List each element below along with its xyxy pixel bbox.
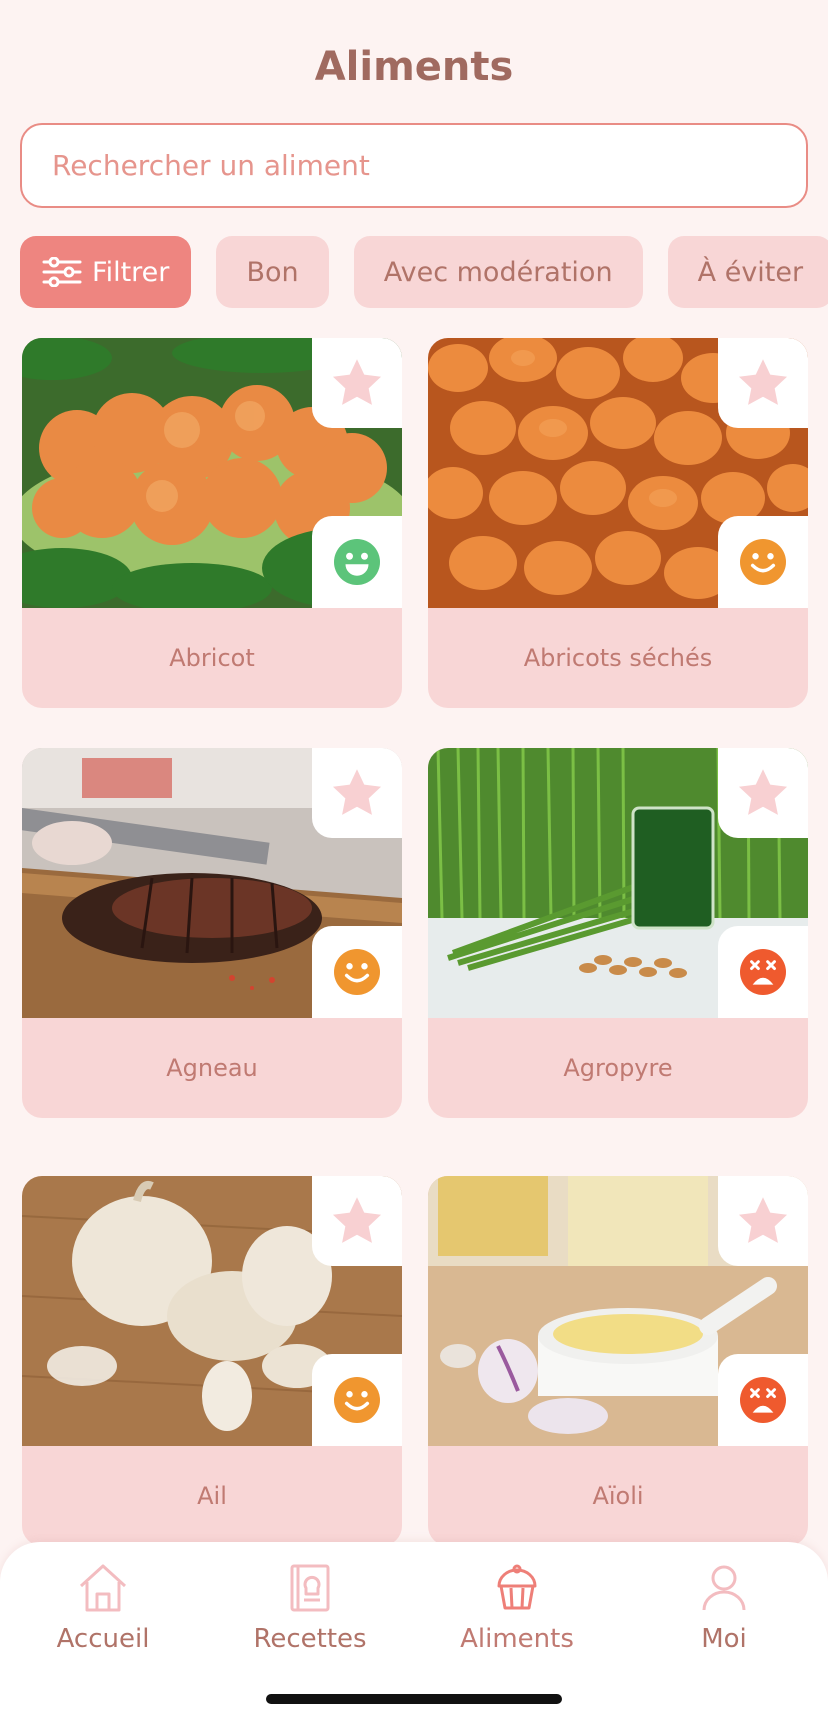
chip-good[interactable]: Bon	[216, 236, 329, 308]
favorite-button[interactable]	[718, 338, 808, 428]
nav-me[interactable]: Moi	[644, 1562, 804, 1654]
sliders-icon	[42, 257, 82, 287]
star-icon	[735, 1193, 791, 1249]
nav-home-label: Accueil	[56, 1624, 150, 1654]
cupcake-icon	[497, 1564, 537, 1610]
food-name: Agropyre	[563, 1054, 673, 1082]
food-name: Aïoli	[592, 1482, 644, 1510]
food-card-abricot[interactable]: Abricot	[22, 338, 402, 708]
food-name: Abricot	[169, 644, 255, 672]
favorite-button[interactable]	[718, 748, 808, 838]
star-icon	[735, 355, 791, 411]
smile-icon	[334, 949, 380, 995]
mood-badge	[718, 926, 808, 1018]
nav-me-label: Moi	[701, 1624, 747, 1654]
star-icon	[329, 1193, 385, 1249]
favorite-button[interactable]	[312, 338, 402, 428]
star-icon	[329, 765, 385, 821]
star-icon	[329, 355, 385, 411]
home-icon	[79, 1564, 127, 1612]
home-indicator	[266, 1694, 562, 1704]
dizzy-face-icon	[740, 1377, 786, 1423]
filter-button[interactable]: Filtrer	[20, 236, 192, 308]
nav-foods[interactable]: Aliments	[437, 1562, 597, 1654]
food-card-abricots-seches[interactable]: Abricots séchés	[428, 338, 808, 708]
nav-foods-label: Aliments	[460, 1624, 574, 1654]
smile-icon	[740, 539, 786, 585]
favorite-button[interactable]	[312, 1176, 402, 1266]
favorite-button[interactable]	[312, 748, 402, 838]
star-icon	[735, 765, 791, 821]
nav-home[interactable]: Accueil	[23, 1562, 183, 1654]
food-name: Ail	[197, 1482, 227, 1510]
recipe-book-icon	[290, 1564, 330, 1612]
mood-badge	[718, 516, 808, 608]
nav-recipes[interactable]: Recettes	[230, 1562, 390, 1654]
food-card-aioli[interactable]: Aïoli	[428, 1176, 808, 1546]
page-title: Aliments	[314, 44, 514, 90]
user-icon	[702, 1565, 746, 1611]
filter-label: Filtrer	[92, 256, 170, 288]
food-card-agneau[interactable]: Agneau	[22, 748, 402, 1118]
dizzy-face-icon	[740, 949, 786, 995]
chip-avoid[interactable]: À éviter	[667, 236, 828, 308]
search-input[interactable]	[20, 123, 808, 208]
smile-happy-icon	[334, 539, 380, 585]
mood-badge	[312, 516, 402, 608]
chip-moderation[interactable]: Avec modération	[353, 236, 643, 308]
smile-icon	[334, 1377, 380, 1423]
food-card-ail[interactable]: Ail	[22, 1176, 402, 1546]
bottom-nav: Accueil Recettes Aliments Moi	[0, 1542, 828, 1719]
mood-badge	[718, 1354, 808, 1446]
filter-chips: Filtrer Bon Avec modération À éviter A	[20, 236, 828, 308]
mood-badge	[312, 1354, 402, 1446]
nav-recipes-label: Recettes	[253, 1624, 367, 1654]
food-card-agropyre[interactable]: Agropyre	[428, 748, 808, 1118]
favorite-button[interactable]	[718, 1176, 808, 1266]
food-name: Abricots séchés	[523, 644, 713, 672]
mood-badge	[312, 926, 402, 1018]
food-name: Agneau	[166, 1054, 258, 1082]
